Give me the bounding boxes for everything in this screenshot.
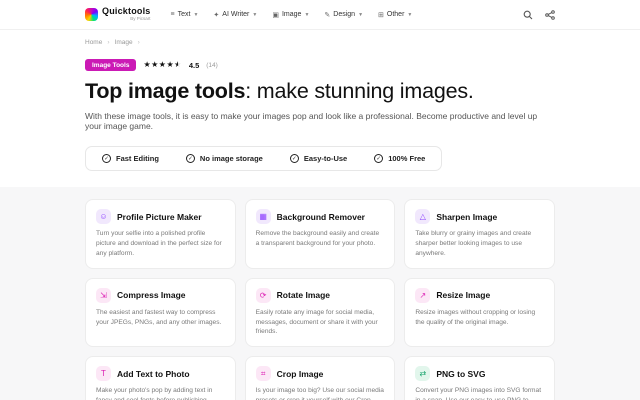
page-subtitle: With these image tools, it is easy to ma…: [85, 111, 538, 131]
chevron-down-icon: ▼: [193, 11, 199, 18]
logo[interactable]: Quicktools By Picsart: [85, 7, 151, 22]
tool-icon: ⇲: [96, 287, 111, 303]
feature-label: 100% Free: [388, 154, 426, 163]
nav-item[interactable]: ✎ Design ▼: [324, 11, 363, 19]
tool-icon: ↗: [415, 287, 431, 303]
hero-meta-row: Image Tools ★★★★★ 4.5 (14): [85, 59, 555, 71]
tool-description: Turn your selfie into a polished profile…: [96, 230, 222, 257]
chevron-right-icon: ›: [137, 39, 140, 46]
tool-card[interactable]: ▦ Background Remover Remove the backgrou…: [244, 199, 396, 269]
breadcrumb-item: Image ›: [115, 39, 140, 46]
tool-title: Background Remover: [276, 211, 365, 222]
star-rating-icon: ★★★★★: [143, 60, 182, 69]
tool-card[interactable]: ☺ Profile Picture Maker Turn your selfie…: [85, 199, 236, 269]
tool-icon: △: [415, 209, 431, 224]
tool-card[interactable]: ⇲ Compress Image The easiest and fastest…: [85, 277, 236, 348]
features-bar: ✓ Fast Editing ✓ No image storage ✓ Easy…: [85, 146, 443, 171]
feature-item: ✓ No image storage: [185, 154, 263, 163]
breadcrumb-link[interactable]: Image: [115, 39, 133, 46]
tools-section: ☺ Profile Picture Maker Turn your selfie…: [0, 187, 640, 400]
nav-item-label: Other: [386, 11, 405, 18]
tool-description: Is your image too big? Use our social me…: [255, 387, 384, 400]
logo-subtitle: By Picsart: [130, 16, 151, 22]
breadcrumb: Home › Image ›: [85, 39, 555, 46]
tool-icon: ⌗: [255, 366, 271, 382]
rating-value: 4.5: [188, 60, 200, 70]
check-circle-icon: ✓: [374, 154, 384, 163]
tool-description: Convert your PNG images into SVG format …: [415, 387, 542, 400]
tool-title: Add Text to Photo: [117, 368, 190, 379]
feature-item: ✓ Easy-to-Use: [289, 154, 348, 163]
tool-icon: ⇄: [415, 366, 431, 382]
feature-label: Fast Editing: [116, 154, 159, 163]
tool-title: Rotate Image: [276, 290, 331, 301]
tool-title: Profile Picture Maker: [117, 211, 202, 222]
tool-card[interactable]: ⌗ Crop Image Is your image too big? Use …: [244, 356, 396, 400]
tool-title: Resize Image: [436, 290, 491, 301]
tool-card[interactable]: T Add Text to Photo Make your photo's po…: [85, 356, 236, 400]
breadcrumb-item: Home ›: [85, 39, 110, 46]
share-icon[interactable]: [544, 9, 555, 20]
tool-title: Sharpen Image: [436, 211, 498, 222]
nav-item-label: Text: [177, 11, 191, 18]
chevron-down-icon: ▼: [252, 11, 258, 18]
nav-item[interactable]: ≡ Text ▼: [171, 11, 199, 19]
category-badge[interactable]: Image Tools: [85, 59, 137, 71]
check-circle-icon: ✓: [289, 154, 299, 163]
tool-card[interactable]: △ Sharpen Image Take blurry or grainy im…: [404, 199, 555, 269]
tool-description: Remove the background easily and create …: [255, 230, 380, 247]
nav-item-icon: ✎: [324, 11, 331, 19]
feature-label: No image storage: [199, 154, 263, 163]
nav-item[interactable]: ✦ AI Writer ▼: [213, 11, 257, 19]
page-title: Top image tools: make stunning images.: [85, 79, 474, 103]
logo-title: Quicktools: [102, 6, 151, 17]
tool-icon: ⟳: [255, 287, 271, 303]
rating-count: (14): [206, 61, 218, 69]
nav-actions: [522, 9, 555, 20]
tool-description: The easiest and fastest way to compress …: [96, 308, 222, 326]
nav-menu: ≡ Text ▼ ✦ AI Writer ▼ ▣ Image ▼ ✎ Desig…: [171, 11, 413, 19]
feature-item: ✓ 100% Free: [374, 154, 425, 163]
nav-item-label: AI Writer: [222, 11, 250, 18]
tool-title: PNG to SVG: [436, 368, 486, 379]
tool-icon: ▦: [255, 209, 271, 224]
tool-description: Make your photo's pop by adding text in …: [96, 387, 213, 400]
tool-title: Compress Image: [117, 290, 186, 301]
chevron-right-icon: ›: [107, 39, 110, 46]
nav-item-icon: ≡: [170, 11, 175, 18]
tool-card[interactable]: ↗ Resize Image Resize images without cro…: [404, 277, 555, 348]
feature-item: ✓ Fast Editing: [102, 154, 159, 163]
logo-icon: [85, 8, 98, 21]
chevron-down-icon: ▼: [304, 11, 310, 18]
check-circle-icon: ✓: [102, 154, 111, 163]
nav-item[interactable]: ⊞ Other ▼: [378, 11, 412, 19]
tool-icon: T: [96, 366, 111, 382]
nav-item-icon: ▣: [272, 11, 279, 19]
top-navbar: Quicktools By Picsart ≡ Text ▼ ✦ AI Writ…: [0, 0, 640, 30]
chevron-down-icon: ▼: [407, 11, 413, 18]
chevron-down-icon: ▼: [358, 11, 364, 18]
tools-grid: ☺ Profile Picture Maker Turn your selfie…: [85, 199, 555, 400]
tool-description: Easily rotate any image for social media…: [255, 308, 378, 336]
tool-card[interactable]: ⟳ Rotate Image Easily rotate any image f…: [244, 277, 396, 348]
tool-description: Resize images without cropping or losing…: [415, 308, 536, 326]
nav-item-icon: ✦: [213, 11, 220, 19]
tool-description: Take blurry or grainy images and create …: [415, 230, 532, 257]
tool-title: Crop Image: [276, 368, 324, 379]
nav-item-label: Image: [281, 11, 302, 18]
search-icon[interactable]: [522, 9, 533, 20]
check-circle-icon: ✓: [185, 154, 195, 163]
tool-card[interactable]: ⇄ PNG to SVG Convert your PNG images int…: [404, 356, 555, 400]
breadcrumb-link[interactable]: Home: [85, 39, 102, 46]
feature-label: Easy-to-Use: [303, 154, 348, 163]
tool-icon: ☺: [96, 209, 111, 224]
nav-item[interactable]: ▣ Image ▼: [272, 11, 309, 19]
nav-item-label: Design: [333, 11, 356, 18]
nav-item-icon: ⊞: [378, 11, 384, 19]
